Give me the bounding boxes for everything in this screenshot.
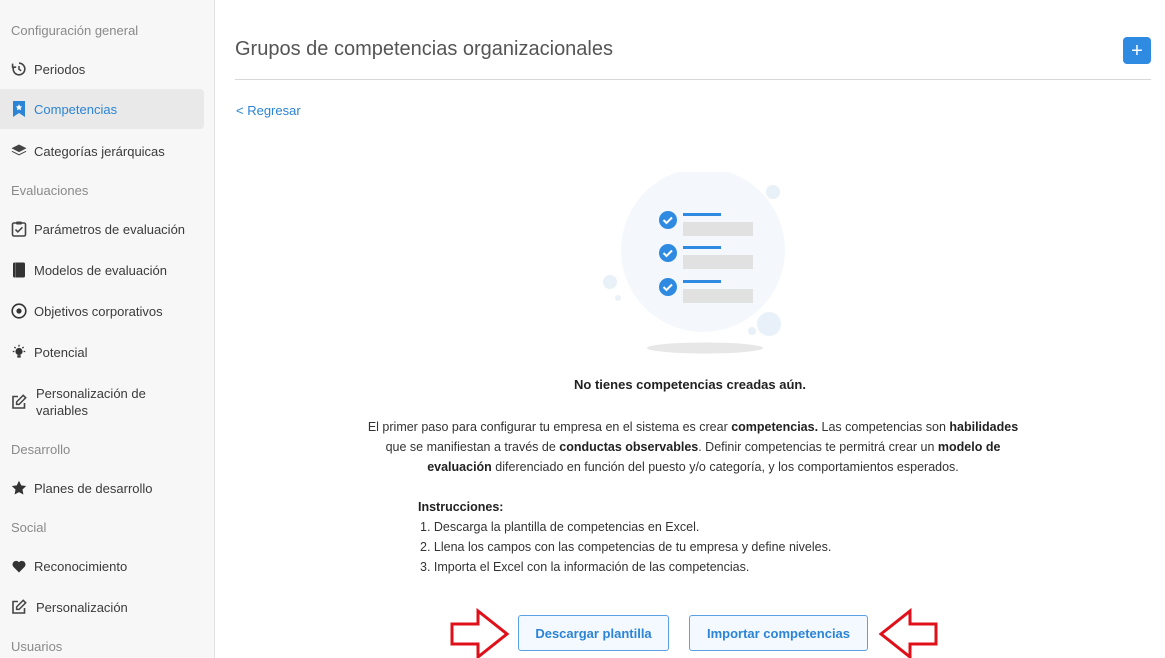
desc-bold: conductas observables bbox=[559, 440, 699, 454]
sidebar-item-development-plans[interactable]: Planes de desarrollo bbox=[0, 479, 204, 497]
desc-text: diferenciado en función del puesto y/o c… bbox=[491, 460, 959, 474]
edit-icon bbox=[10, 393, 28, 411]
section-label-users: Usuarios bbox=[11, 639, 63, 654]
sidebar-item-customization[interactable]: Personalización bbox=[0, 598, 204, 616]
title-divider bbox=[235, 79, 1151, 80]
sidebar-item-label: Objetivos corporativos bbox=[34, 303, 163, 319]
back-link[interactable]: < Regresar bbox=[236, 103, 301, 118]
sidebar-item-label: Planes de desarrollo bbox=[34, 480, 153, 496]
sidebar-item-label: Reconocimiento bbox=[34, 558, 128, 574]
sidebar-item-variables-customization[interactable]: Personalización de variables bbox=[0, 385, 204, 419]
sidebar-item-evaluation-parameters[interactable]: Parámetros de evaluación bbox=[0, 220, 204, 238]
section-label-development: Desarrollo bbox=[11, 442, 71, 457]
arrow-right-icon bbox=[450, 608, 510, 658]
sidebar-item-periods[interactable]: Periodos bbox=[0, 60, 204, 78]
instruction-step: 1. Descarga la plantilla de competencias… bbox=[420, 520, 700, 534]
sidebar: Configuración general Periodos Competenc… bbox=[0, 0, 215, 658]
desc-text: Las competencias son bbox=[818, 420, 950, 434]
download-template-button[interactable]: Descargar plantilla bbox=[518, 615, 669, 651]
desc-text: que se manifiestan a través de bbox=[385, 440, 560, 454]
sidebar-item-label: Periodos bbox=[34, 61, 86, 77]
instruction-step: 3. Importa el Excel con la información d… bbox=[420, 560, 750, 574]
sidebar-item-label: Potencial bbox=[34, 344, 88, 360]
sidebar-item-hierarchical-categories[interactable]: Categorías jerárquicas bbox=[0, 142, 204, 160]
sidebar-item-label: Competencias bbox=[34, 101, 118, 117]
sidebar-item-label: Modelos de evaluación bbox=[34, 262, 167, 278]
plus-icon: + bbox=[1131, 39, 1143, 62]
sidebar-item-label: Categorías jerárquicas bbox=[34, 143, 165, 159]
section-label-social: Social bbox=[11, 520, 47, 535]
sidebar-item-competencies[interactable]: Competencias bbox=[0, 89, 204, 129]
import-competencies-button[interactable]: Importar competencias bbox=[689, 615, 868, 651]
instructions-list: 1. Descarga la plantilla de competencias… bbox=[418, 517, 831, 577]
page-title: Grupos de competencias organizacionales bbox=[235, 38, 613, 60]
desc-text: El primer paso para configurar tu empres… bbox=[367, 420, 732, 434]
edit-icon bbox=[10, 598, 28, 616]
section-label-general: Configuración general bbox=[11, 23, 139, 38]
book-icon bbox=[10, 261, 28, 279]
sidebar-item-label: Personalización bbox=[36, 599, 128, 615]
instructions-title: Instrucciones: bbox=[418, 500, 504, 514]
sidebar-item-evaluation-models[interactable]: Modelos de evaluación bbox=[0, 261, 204, 279]
target-icon bbox=[10, 302, 28, 320]
instructions: Instrucciones: 1. Descarga la plantilla … bbox=[418, 497, 831, 577]
desc-bold: competencias. bbox=[731, 420, 819, 434]
arrow-left-icon bbox=[878, 608, 938, 658]
section-label-evaluations: Evaluaciones bbox=[11, 183, 89, 198]
layers-icon bbox=[10, 142, 28, 160]
empty-checklist-illustration bbox=[603, 172, 785, 354]
sidebar-item-label: Parámetros de evaluación bbox=[34, 221, 186, 237]
desc-text: . Definir competencias te permitrá crear… bbox=[698, 440, 938, 454]
history-icon bbox=[10, 60, 28, 78]
empty-state-description: El primer paso para configurar tu empres… bbox=[365, 417, 1021, 477]
sidebar-item-corporate-objectives[interactable]: Objetivos corporativos bbox=[0, 302, 204, 320]
sidebar-item-recognition[interactable]: Reconocimiento bbox=[0, 557, 204, 575]
heart-icon bbox=[10, 557, 28, 575]
clipboard-check-icon bbox=[10, 220, 28, 238]
bookmark-star-icon bbox=[10, 100, 28, 118]
sidebar-item-potential[interactable]: Potencial bbox=[0, 343, 204, 361]
add-group-button[interactable]: + bbox=[1123, 37, 1151, 64]
star-icon bbox=[10, 479, 28, 497]
instruction-step: 2. Llena los campos con las competencias… bbox=[420, 540, 832, 554]
lightbulb-icon bbox=[10, 343, 28, 361]
sidebar-item-label: Personalización de variables bbox=[36, 386, 146, 418]
main-content: Grupos de competencias organizacionales … bbox=[215, 0, 1165, 658]
desc-bold: habilidades bbox=[949, 420, 1019, 434]
empty-state-title: No tienes competencias creadas aún. bbox=[574, 377, 806, 392]
